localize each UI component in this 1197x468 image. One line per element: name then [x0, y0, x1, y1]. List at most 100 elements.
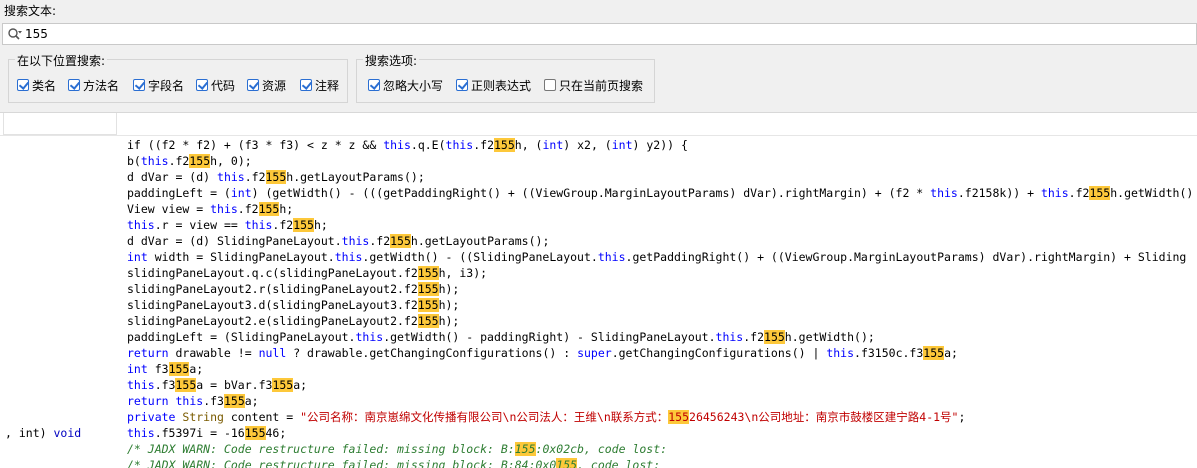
- checkbox-checked-icon: [368, 79, 380, 91]
- checkbox-regex[interactable]: 正则表达式: [456, 77, 531, 93]
- code-token: private: [127, 410, 176, 424]
- result-code-line[interactable]: paddingLeft = (SlidingPaneLayout.this.ge…: [127, 329, 1193, 345]
- code-token: slidingPaneLayout2.e(slidingPaneLayout2.…: [127, 314, 418, 328]
- checkbox-code[interactable]: 代码: [196, 77, 235, 93]
- match-highlight: 155: [258, 202, 280, 216]
- result-code-line[interactable]: this.f3155a = bVar.f3155a;: [127, 377, 1193, 393]
- match-highlight: 155: [417, 282, 439, 296]
- code-token: this: [217, 170, 245, 184]
- checkbox-checked-icon: [300, 79, 312, 91]
- result-code-line[interactable]: View view = this.f2155h;: [127, 201, 1193, 217]
- result-code-line[interactable]: paddingLeft = (int) (getWidth() - (((get…: [127, 185, 1193, 201]
- match-highlight: 155: [556, 458, 578, 468]
- result-code-line[interactable]: int f3155a;: [127, 361, 1193, 377]
- code-token: this: [334, 250, 363, 264]
- code-token: this: [127, 218, 155, 232]
- code-token: int: [127, 250, 148, 264]
- result-code-line[interactable]: this.r = view == this.f2155h;: [127, 217, 1193, 233]
- match-highlight: 155: [923, 346, 945, 360]
- code-token: this: [715, 330, 744, 344]
- search-text-label: 搜索文本:: [4, 4, 57, 18]
- checkbox-checked-icon: [247, 79, 259, 91]
- code-token: this: [826, 346, 855, 360]
- code-token: .f2: [369, 234, 391, 248]
- code-token: .f2: [473, 138, 494, 152]
- code-token: return: [127, 346, 169, 360]
- match-highlight: 155: [494, 138, 515, 152]
- code-token: paddingLeft = (: [127, 186, 231, 200]
- match-highlight: 155: [390, 234, 411, 248]
- match-highlight: 155: [175, 378, 197, 392]
- code-token: this: [355, 330, 384, 344]
- result-code-line[interactable]: slidingPaneLayout2.e(slidingPaneLayout2.…: [127, 313, 1193, 329]
- result-code-line[interactable]: if ((f2 * f2) + (f3 * f3) < z * z && thi…: [127, 137, 1193, 153]
- checkbox-checked-icon: [68, 79, 80, 91]
- code-token: , code lost:: [577, 458, 661, 468]
- code-token: .f2: [1068, 186, 1090, 200]
- code-token: int: [127, 362, 148, 376]
- code-token: h.getWidth(): [1110, 186, 1194, 200]
- checkbox-ignore-case[interactable]: 忽略大小写: [368, 77, 443, 93]
- code-token: h, i3);: [438, 266, 488, 280]
- code-token: .getChangingConfigurations() |: [611, 346, 827, 360]
- match-highlight: 155: [1089, 186, 1111, 200]
- checkbox-checked-icon: [196, 79, 208, 91]
- code-token: .getWidth() - paddingRight) - SlidingPan…: [383, 330, 716, 344]
- result-code-line[interactable]: d dVar = (d) SlidingPaneLayout.this.f215…: [127, 233, 1193, 249]
- result-code-line[interactable]: b(this.f2155h, 0);: [127, 153, 1193, 169]
- code-token: this: [1040, 186, 1069, 200]
- code-token: content =: [223, 410, 301, 424]
- match-highlight: 155: [223, 394, 245, 408]
- match-highlight: 155: [168, 362, 190, 376]
- code-token: h);: [438, 298, 460, 312]
- checkbox-field-name[interactable]: 字段名: [133, 77, 184, 93]
- checkbox-comments[interactable]: 注释: [300, 77, 339, 93]
- code-token: slidingPaneLayout.q.c(slidingPaneLayout.…: [127, 266, 418, 280]
- result-code-line[interactable]: slidingPaneLayout.q.c(slidingPaneLayout.…: [127, 265, 1193, 281]
- result-code-line[interactable]: this.f5397i = -1615546;: [127, 425, 1193, 441]
- code-token: h.getLayoutParams();: [286, 170, 425, 184]
- code-token: int: [542, 138, 564, 152]
- checkbox-resources[interactable]: 资源: [247, 77, 286, 93]
- match-highlight: 155: [293, 218, 314, 232]
- code-token: slidingPaneLayout3.d(slidingPaneLayout3.…: [127, 298, 418, 312]
- checkbox-current-page-only[interactable]: 只在当前页搜索: [544, 77, 643, 93]
- match-highlight: 155: [417, 266, 439, 280]
- code-token: return: [127, 394, 169, 408]
- result-code-line[interactable]: /* JADX WARN: Code restructure failed: m…: [127, 457, 1193, 468]
- search-icon: [7, 27, 23, 41]
- code-token: String: [182, 410, 224, 424]
- results-table[interactable]: if ((f2 * f2) + (f3 * f3) < z * z && thi…: [0, 113, 1197, 468]
- match-highlight: 155: [244, 426, 266, 440]
- code-token: 26456243\n公司地址：南京市鼓楼区建宁路4-1号": [689, 410, 959, 424]
- result-code-line[interactable]: slidingPaneLayout3.d(slidingPaneLayout3.…: [127, 297, 1193, 313]
- checkbox-unchecked-icon: [544, 79, 556, 91]
- result-code-line[interactable]: return this.f3155a;: [127, 393, 1193, 409]
- code-token: slidingPaneLayout2.r(slidingPaneLayout2.…: [127, 282, 418, 296]
- code-token: .f2: [272, 218, 294, 232]
- code-token: this: [445, 138, 474, 152]
- result-code-line[interactable]: int width = SlidingPaneLayout.this.getWi…: [127, 249, 1193, 265]
- result-code-line[interactable]: return drawable != null ? drawable.getCh…: [127, 345, 1193, 361]
- results-code-column: if ((f2 * f2) + (f3 * f3) < z * z && thi…: [127, 137, 1193, 468]
- search-input[interactable]: 155: [2, 23, 1197, 45]
- result-code-line[interactable]: /* JADX WARN: Code restructure failed: m…: [127, 441, 1193, 457]
- code-token: this: [930, 186, 958, 200]
- result-code-line[interactable]: d dVar = (d) this.f2155h.getLayoutParams…: [127, 169, 1193, 185]
- code-token: h, (: [514, 138, 543, 152]
- code-token: f3: [147, 362, 169, 376]
- code-token: null: [258, 346, 287, 360]
- result-code-line[interactable]: private String content = "公司名称：南京崽绵文化传播有…: [127, 409, 1193, 425]
- code-token: .f5397i = -16: [154, 426, 245, 440]
- code-token: this: [175, 394, 204, 408]
- code-token: a;: [293, 378, 308, 392]
- code-token: .q.E(: [410, 138, 446, 152]
- checkbox-class-name[interactable]: 类名: [17, 77, 56, 93]
- result-code-line[interactable]: slidingPaneLayout2.r(slidingPaneLayout2.…: [127, 281, 1193, 297]
- code-token: .f3150c.f3: [854, 346, 924, 360]
- code-token: h.getLayoutParams();: [410, 234, 550, 248]
- code-token: .getWidth() - ((SlidingPaneLayout.: [362, 250, 598, 264]
- code-token: h;: [313, 218, 328, 232]
- code-token: a;: [189, 362, 204, 376]
- checkbox-method-name[interactable]: 方法名: [68, 77, 119, 93]
